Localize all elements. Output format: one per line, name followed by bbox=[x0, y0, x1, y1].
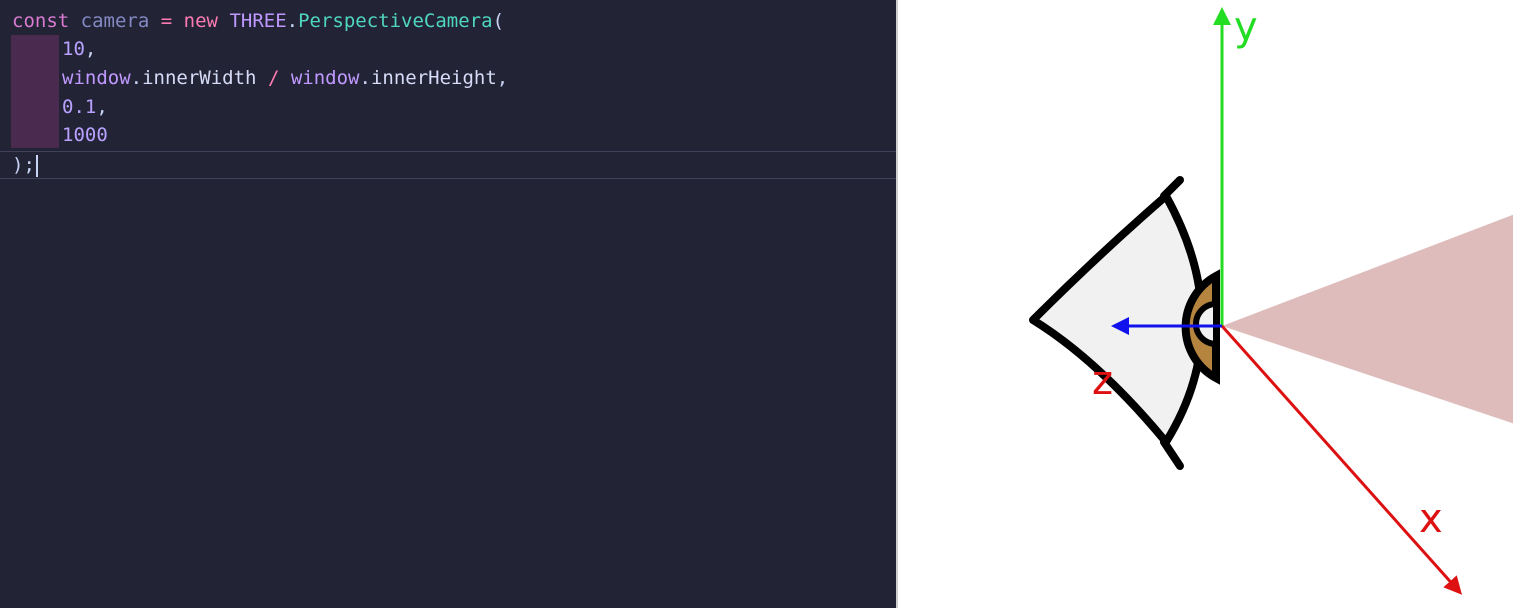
code-token: 1000 bbox=[62, 124, 108, 146]
code-editor[interactable]: const camera = new THREE.PerspectiveCame… bbox=[0, 0, 896, 608]
code-token: . bbox=[359, 67, 371, 89]
code-token: ); bbox=[12, 154, 35, 176]
code-line[interactable]: 0.1, bbox=[62, 93, 108, 121]
code-token: camera bbox=[80, 10, 150, 32]
code-line[interactable]: 1000 bbox=[62, 121, 108, 149]
code-token: THREE bbox=[229, 10, 287, 32]
code-token: 0.1 bbox=[62, 96, 97, 118]
code-token: const bbox=[12, 10, 70, 32]
code-token: . bbox=[130, 67, 143, 89]
code-token: window bbox=[290, 67, 360, 89]
code-token: window bbox=[62, 67, 131, 89]
code-token: . bbox=[286, 10, 299, 32]
current-line-highlight bbox=[0, 151, 896, 179]
code-token: PerspectiveCamera bbox=[298, 10, 493, 32]
text-cursor bbox=[35, 154, 38, 177]
camera-axes-diagram: y x z bbox=[896, 0, 1513, 608]
code-token: , bbox=[84, 38, 97, 60]
z-axis-label: z bbox=[1092, 358, 1113, 404]
code-token: , bbox=[496, 67, 509, 89]
x-axis-label: x bbox=[1419, 496, 1443, 542]
code-token: ( bbox=[492, 10, 505, 32]
screen: const camera = new THREE.PerspectiveCame… bbox=[0, 0, 1513, 608]
code-token: , bbox=[96, 96, 108, 118]
code-line[interactable]: window.innerWidth / window.innerHeight, bbox=[62, 64, 508, 92]
eye-icon bbox=[1029, 176, 1220, 470]
code-token: / bbox=[267, 67, 280, 89]
indent-guide bbox=[11, 35, 59, 148]
code-token: 10 bbox=[62, 38, 85, 60]
code-line[interactable]: 10, bbox=[62, 35, 96, 63]
view-frustum bbox=[1222, 214, 1513, 424]
code-line[interactable]: const camera = new THREE.PerspectiveCame… bbox=[12, 7, 504, 35]
code-token: innerHeight bbox=[370, 67, 497, 89]
code-token: = bbox=[160, 10, 173, 32]
diagram-svg: y x z bbox=[1029, 4, 1513, 595]
code-token: innerWidth bbox=[142, 67, 257, 89]
code-line[interactable]: ); bbox=[12, 151, 38, 179]
code-token: new bbox=[183, 10, 218, 32]
y-axis-label: y bbox=[1234, 4, 1258, 50]
